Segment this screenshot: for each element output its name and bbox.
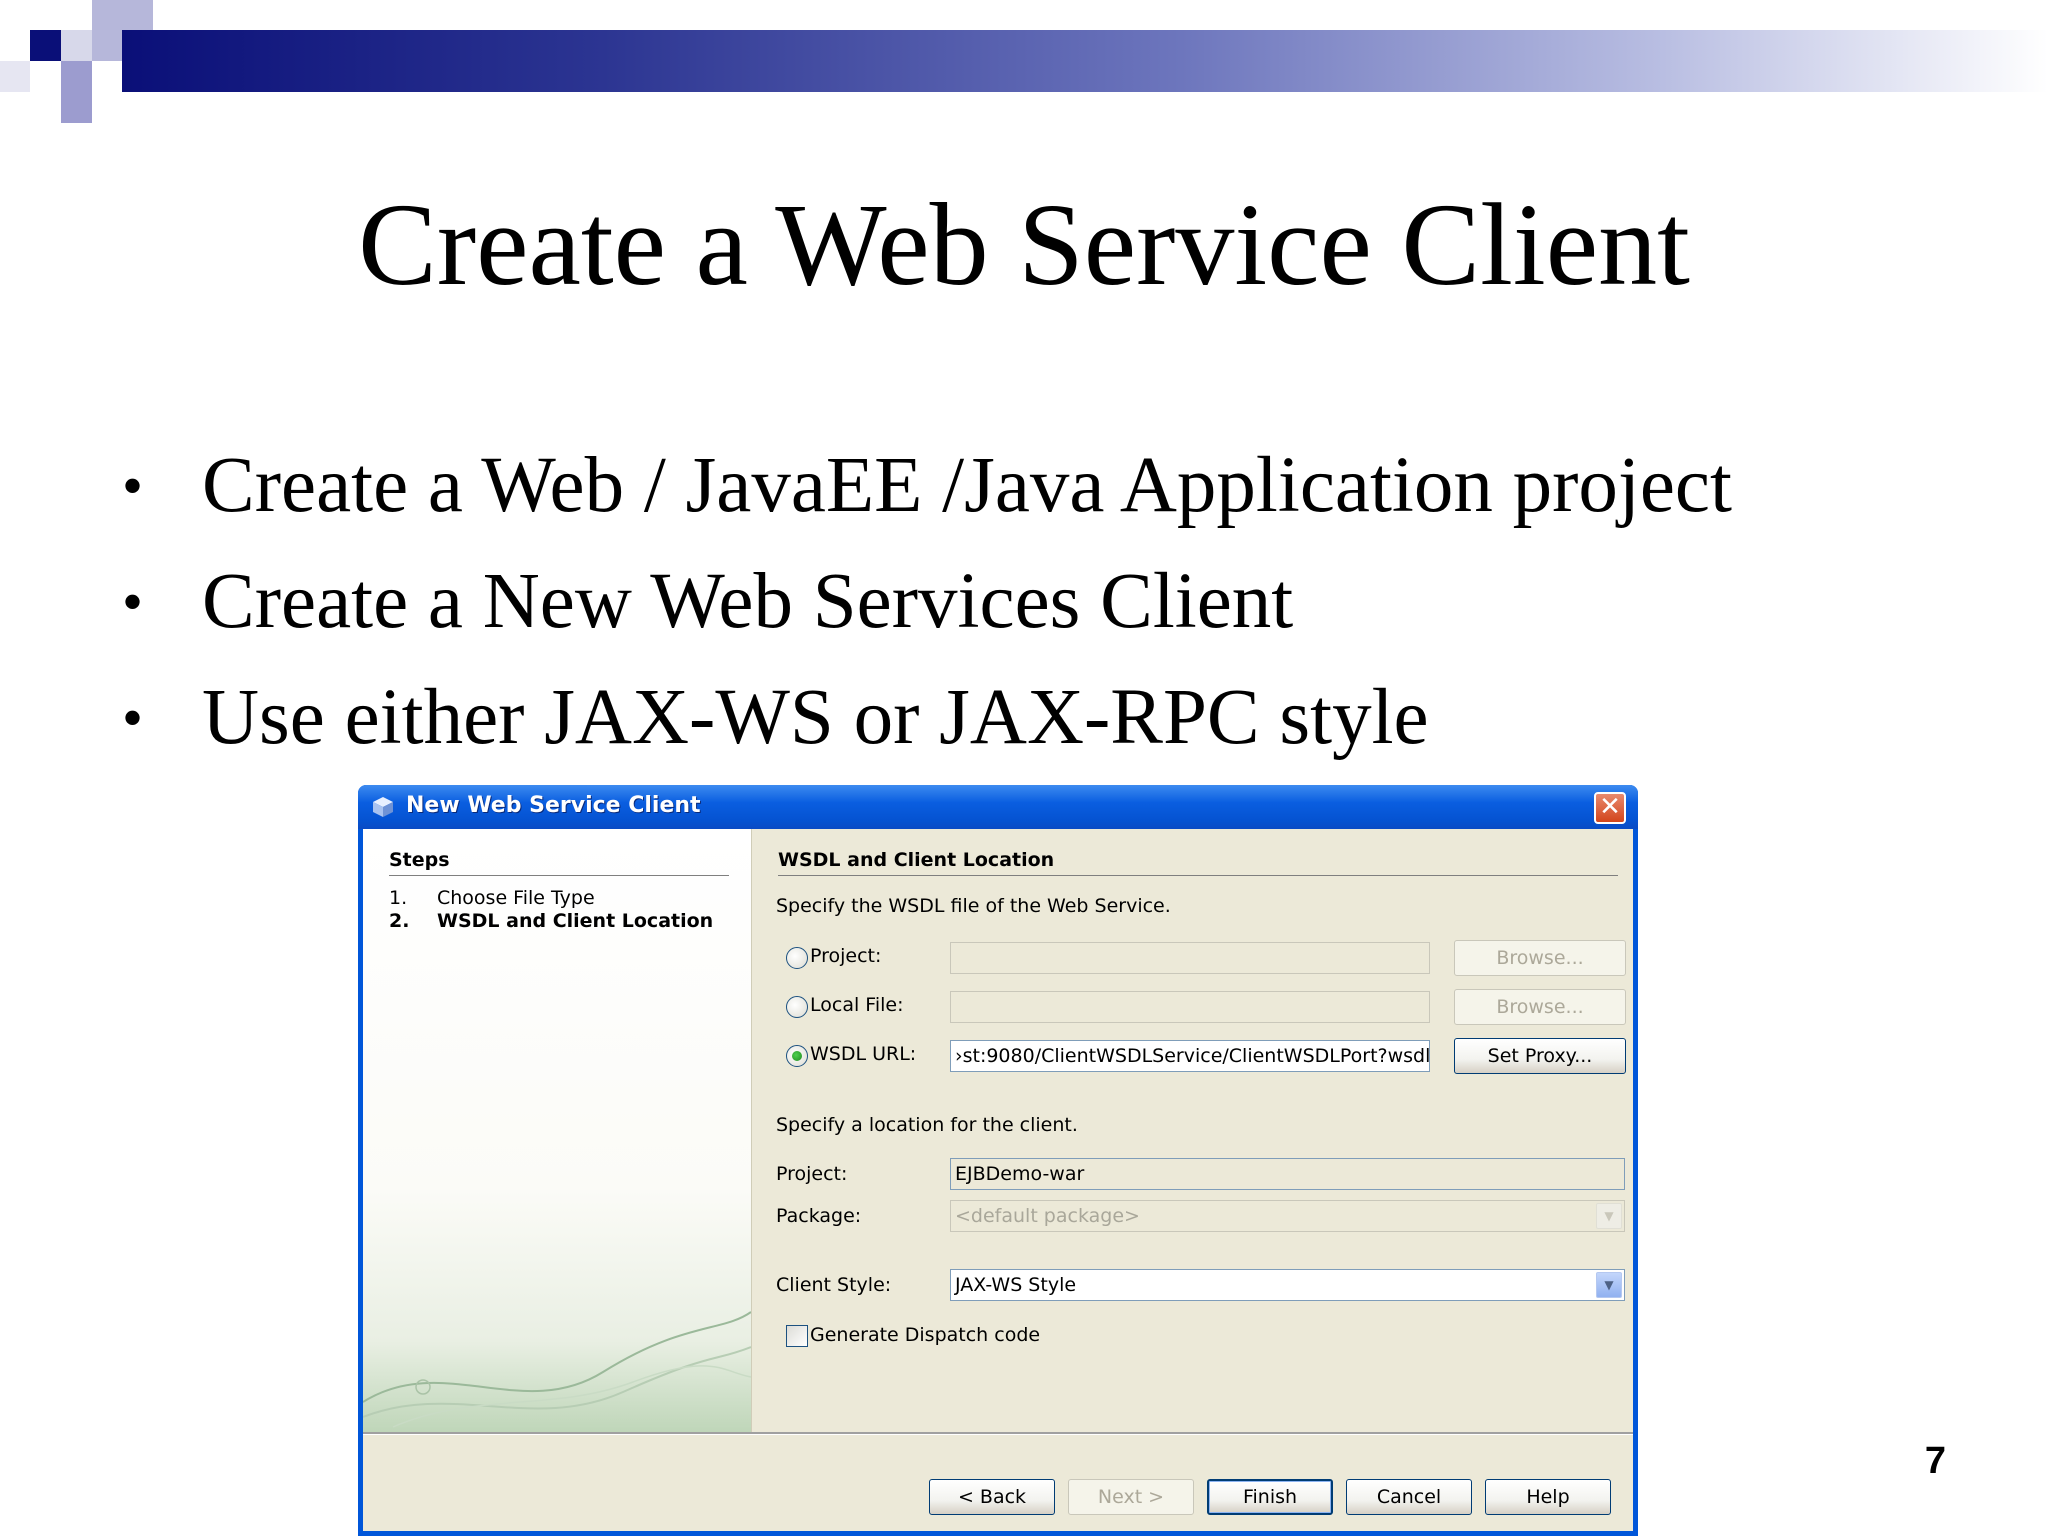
step-label: Choose File Type (437, 887, 595, 909)
local-file-radio-label: Local File: (810, 994, 904, 1016)
page-number: 7 (1924, 1440, 1946, 1482)
step-number: 1. (389, 887, 408, 909)
step-number: 2. (389, 910, 410, 932)
dialog-title: New Web Service Client (406, 793, 701, 818)
step-item-current: 2. WSDL and Client Location (389, 910, 713, 932)
bullet-icon: • (122, 453, 144, 519)
package-label: Package: (776, 1205, 862, 1227)
step-label: WSDL and Client Location (437, 910, 714, 932)
close-icon: ✕ (1599, 792, 1621, 822)
project-radio-label: Project: (810, 945, 882, 967)
package-select[interactable]: <default package> ▼ (950, 1200, 1625, 1232)
decor-square (61, 61, 92, 123)
client-project-label: Project: (776, 1163, 848, 1185)
package-value: <default package> (955, 1205, 1140, 1227)
wsdl-url-field[interactable]: ›st:9080/ClientWSDLService/ClientWSDLPor… (950, 1040, 1430, 1072)
next-button[interactable]: Next > (1068, 1479, 1194, 1515)
client-style-value: JAX-WS Style (955, 1274, 1077, 1296)
browse-project-button[interactable]: Browse... (1454, 940, 1626, 976)
client-style-label: Client Style: (776, 1274, 892, 1296)
bullet-text: Create a Web / JavaEE /Java Application … (202, 442, 1732, 529)
chevron-down-icon[interactable]: ▼ (1596, 1272, 1622, 1298)
local-file-field[interactable] (950, 991, 1430, 1023)
wsdl-url-radio[interactable] (786, 1045, 808, 1067)
steps-panel: Steps 1. Choose File Type 2. WSDL and Clie… (363, 829, 752, 1432)
step-item: 1. Choose File Type (389, 887, 595, 909)
project-radio[interactable] (786, 947, 808, 969)
divider (363, 1432, 1633, 1435)
header-bar (122, 30, 2048, 92)
dialog-titlebar[interactable]: New Web Service Client ✕ (358, 785, 1638, 829)
decor-square (0, 0, 30, 30)
bullet-icon: • (122, 685, 144, 751)
decor-square (61, 30, 92, 61)
new-web-service-client-dialog: New Web Service Client ✕ Steps 1. Choose … (358, 785, 1638, 1536)
netbeans-cube-icon (373, 797, 393, 817)
bullet-icon: • (122, 569, 144, 635)
generate-dispatch-checkbox[interactable] (786, 1325, 808, 1347)
bullet-text: Use either JAX-WS or JAX-RPC style (202, 674, 1429, 761)
help-button[interactable]: Help (1485, 1479, 1611, 1515)
back-button[interactable]: < Back (929, 1479, 1055, 1515)
client-project-field[interactable]: EJBDemo-war (950, 1158, 1625, 1190)
location-prompt: Specify a location for the client. (776, 1114, 1078, 1136)
steps-heading: Steps (389, 849, 450, 871)
browse-local-file-button[interactable]: Browse... (1454, 989, 1626, 1025)
divider (778, 875, 1618, 876)
divider (389, 875, 729, 876)
swirl-decoration-icon (363, 1311, 751, 1428)
wizard-content: WSDL and Client Location Specify the WSD… (768, 829, 1626, 1432)
client-style-select[interactable]: JAX-WS Style ▼ (950, 1269, 1625, 1301)
bullet-item: • Use either JAX-WS or JAX-RPC style (122, 660, 1732, 776)
slide-title: Create a Web Service Client (358, 179, 1690, 310)
wsdl-prompt: Specify the WSDL file of the Web Service… (776, 895, 1171, 917)
bullet-list: • Create a Web / JavaEE /Java Application… (122, 428, 1732, 776)
bullet-item: • Create a New Web Services Client (122, 544, 1732, 660)
finish-button[interactable]: Finish (1207, 1479, 1333, 1515)
section-title: WSDL and Client Location (778, 849, 1055, 871)
chevron-down-icon: ▼ (1596, 1203, 1622, 1229)
wsdl-url-radio-label: WSDL URL: (810, 1043, 917, 1065)
close-button[interactable]: ✕ (1594, 792, 1626, 824)
decor-square (30, 30, 61, 61)
dialog-body: Steps 1. Choose File Type 2. WSDL and Clie… (363, 829, 1633, 1531)
set-proxy-button[interactable]: Set Proxy... (1454, 1038, 1626, 1074)
bullet-text: Create a New Web Services Client (202, 558, 1294, 645)
project-path-field[interactable] (950, 942, 1430, 974)
local-file-radio[interactable] (786, 996, 808, 1018)
bullet-item: • Create a Web / JavaEE /Java Application… (122, 428, 1732, 544)
cancel-button[interactable]: Cancel (1346, 1479, 1472, 1515)
generate-dispatch-label: Generate Dispatch code (810, 1324, 1041, 1346)
decor-square (0, 61, 30, 92)
